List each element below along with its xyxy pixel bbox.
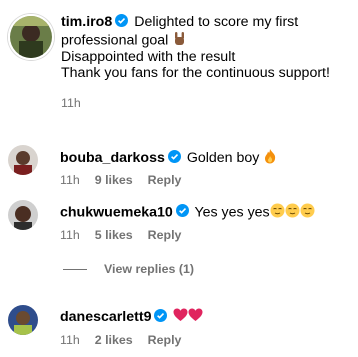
verified-icon	[167, 149, 181, 163]
likes-count[interactable]: 9 likes	[95, 173, 133, 187]
view-replies-divider	[63, 268, 87, 270]
comment-text: Yes yes yes	[194, 204, 270, 221]
comment-meta: 11h 9 likes Reply	[60, 173, 181, 187]
relieved-face-icon	[300, 203, 315, 222]
caption-line3: Disappointed with the result	[61, 49, 236, 66]
comment-username[interactable]: chukwuemeka10	[60, 204, 173, 220]
rock-hand-icon	[172, 31, 187, 51]
heart-icon	[188, 308, 203, 326]
comment-text: Golden boy	[186, 149, 260, 166]
reply-button[interactable]: Reply	[148, 173, 182, 187]
avatar[interactable]	[8, 14, 54, 60]
comment-item: danescarlett9 11h 2 likes Reply	[0, 305, 358, 355]
heart-icon	[173, 308, 188, 326]
fire-icon	[263, 148, 277, 168]
comment-item: bouba_darkoss Golden boy 11h 9 likes Rep…	[0, 145, 358, 195]
relieved-face-icon	[285, 203, 300, 222]
view-replies-label: View replies (1)	[104, 262, 194, 276]
caption-meta: 11h	[61, 96, 81, 110]
caption-username[interactable]: tim.iro8	[61, 14, 112, 30]
comment-text-block: chukwuemeka10 Yes yes yes	[60, 203, 315, 222]
comment-meta: 11h 5 likes Reply	[60, 228, 181, 242]
comment-time: 11h	[60, 173, 80, 187]
avatar[interactable]	[8, 305, 38, 335]
verified-icon	[154, 308, 168, 322]
verified-icon	[175, 204, 189, 218]
verified-icon	[115, 14, 129, 27]
reply-button[interactable]: Reply	[148, 333, 182, 347]
relieved-face-icon	[270, 203, 285, 222]
comment-username[interactable]: bouba_darkoss	[60, 150, 165, 166]
caption-time: 11h	[61, 96, 81, 110]
comment-text-block: danescarlett9	[60, 308, 203, 326]
comment-text-block: bouba_darkoss Golden boy	[60, 148, 277, 168]
comment-time: 11h	[60, 228, 80, 242]
likes-count[interactable]: 5 likes	[95, 228, 133, 242]
likes-count[interactable]: 2 likes	[95, 333, 133, 347]
caption-line4: Thank you fans for the continuous suppor…	[61, 64, 330, 81]
caption-line2: professional goal	[61, 32, 169, 49]
caption-line1: Delighted to score my first	[134, 14, 299, 30]
comment-meta: 11h 2 likes Reply	[60, 333, 181, 347]
avatar[interactable]	[8, 145, 38, 175]
comment-item: chukwuemeka10 Yes yes yes 11h 5 likes Re…	[0, 200, 358, 250]
comment-time: 11h	[60, 333, 80, 347]
caption-text-block: tim.iro8 Delighted to score my first pro…	[61, 14, 358, 81]
avatar[interactable]	[8, 200, 38, 230]
view-replies-button[interactable]: View replies (1)	[63, 262, 194, 276]
comment-username[interactable]: danescarlett9	[60, 309, 151, 325]
reply-button[interactable]: Reply	[148, 228, 182, 242]
